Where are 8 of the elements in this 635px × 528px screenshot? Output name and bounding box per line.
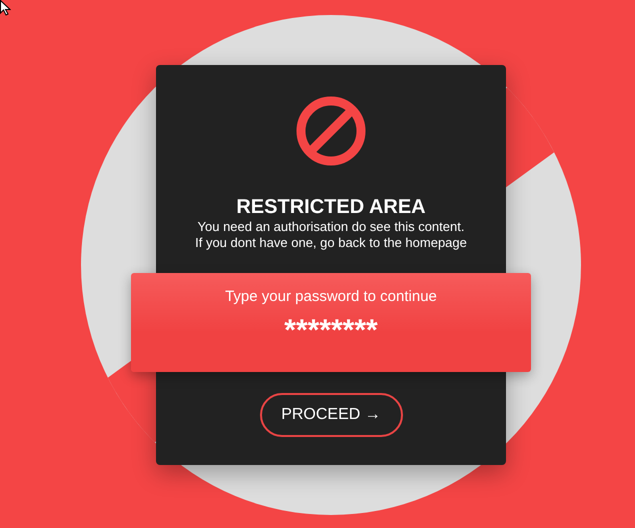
- message-line: You need an authorisation do see this content.: [198, 219, 464, 235]
- password-label: Type your password to continue: [225, 288, 437, 306]
- prohibited-icon: [295, 95, 367, 167]
- cursor-icon: [0, 0, 11, 16]
- password-field[interactable]: ********: [251, 314, 411, 348]
- message-line: If you dont have one, go back to the homepage: [195, 235, 467, 251]
- card-title: RESTRICTED AREA: [236, 195, 426, 219]
- proceed-button[interactable]: PROCEED →: [260, 393, 402, 437]
